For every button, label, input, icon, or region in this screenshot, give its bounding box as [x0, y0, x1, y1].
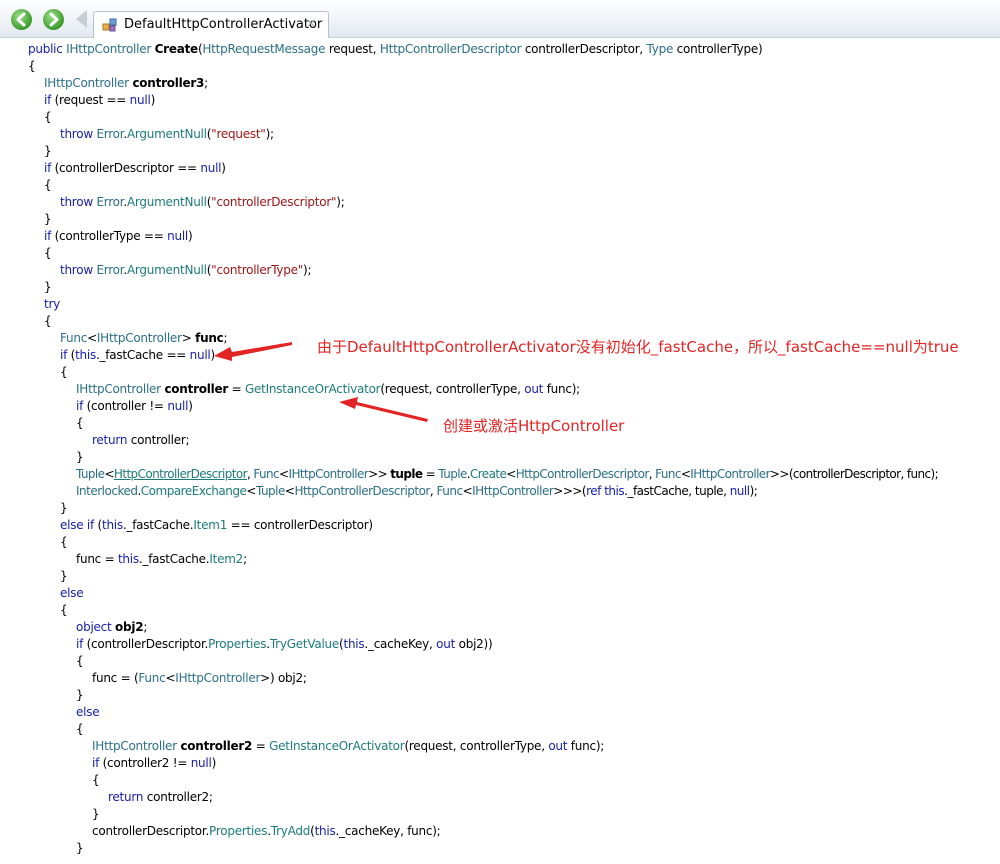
arrow-create: [339, 397, 428, 422]
arrow-fast-cache: [214, 342, 292, 361]
annotation-fast-cache: 由于DefaultHttpControllerActivator没有初始化_fa…: [317, 338, 959, 356]
annotation-create: 创建或激活HttpController: [443, 417, 625, 435]
